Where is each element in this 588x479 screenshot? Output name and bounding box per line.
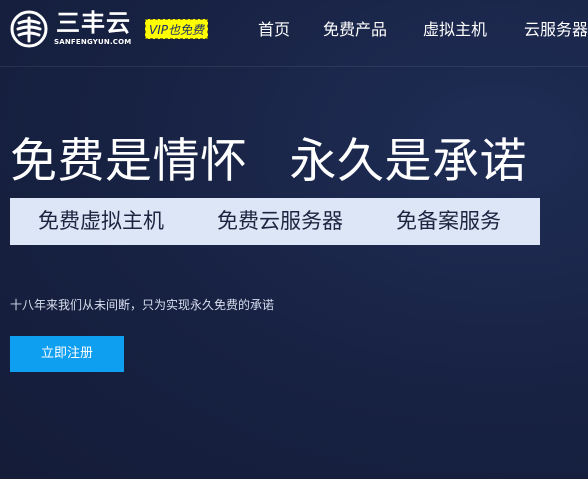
nav-item-cloud-server[interactable]: 云服务器 [524,18,588,42]
logo-name: 三丰云 [56,9,131,37]
hero-tagline: 十八年来我们从未间断，只为实现永久免费的承诺 [10,298,275,312]
register-button[interactable]: 立即注册 [10,336,124,372]
hero-title-left: 免费是情怀 [10,134,248,189]
vip-badge[interactable]: VIP也免费 [145,19,208,39]
sanfengyun-logo-icon [10,10,48,48]
nav-item-free-products[interactable]: 免费产品 [323,18,387,42]
hero-title-right: 永久是承诺 [289,134,527,189]
feature-bar: 免费虚拟主机 免费云服务器 免备案服务 [10,198,540,245]
site-header: 三丰云 SANFENGYUN.COM VIP也免费 首页 免费产品 虚拟主机 云… [0,0,588,67]
logo-subtitle: SANFENGYUN.COM [54,38,132,46]
nav-item-home[interactable]: 首页 [258,18,290,42]
feature-free-virtual-host: 免费虚拟主机 [38,209,164,233]
hero-title: 免费是情怀 永久是承诺 [10,134,527,190]
feature-free-cloud-server: 免费云服务器 [217,209,343,233]
feature-no-filing-service: 免备案服务 [396,209,501,233]
site-logo[interactable]: 三丰云 SANFENGYUN.COM [10,8,140,52]
nav-item-virtual-host[interactable]: 虚拟主机 [423,18,487,42]
